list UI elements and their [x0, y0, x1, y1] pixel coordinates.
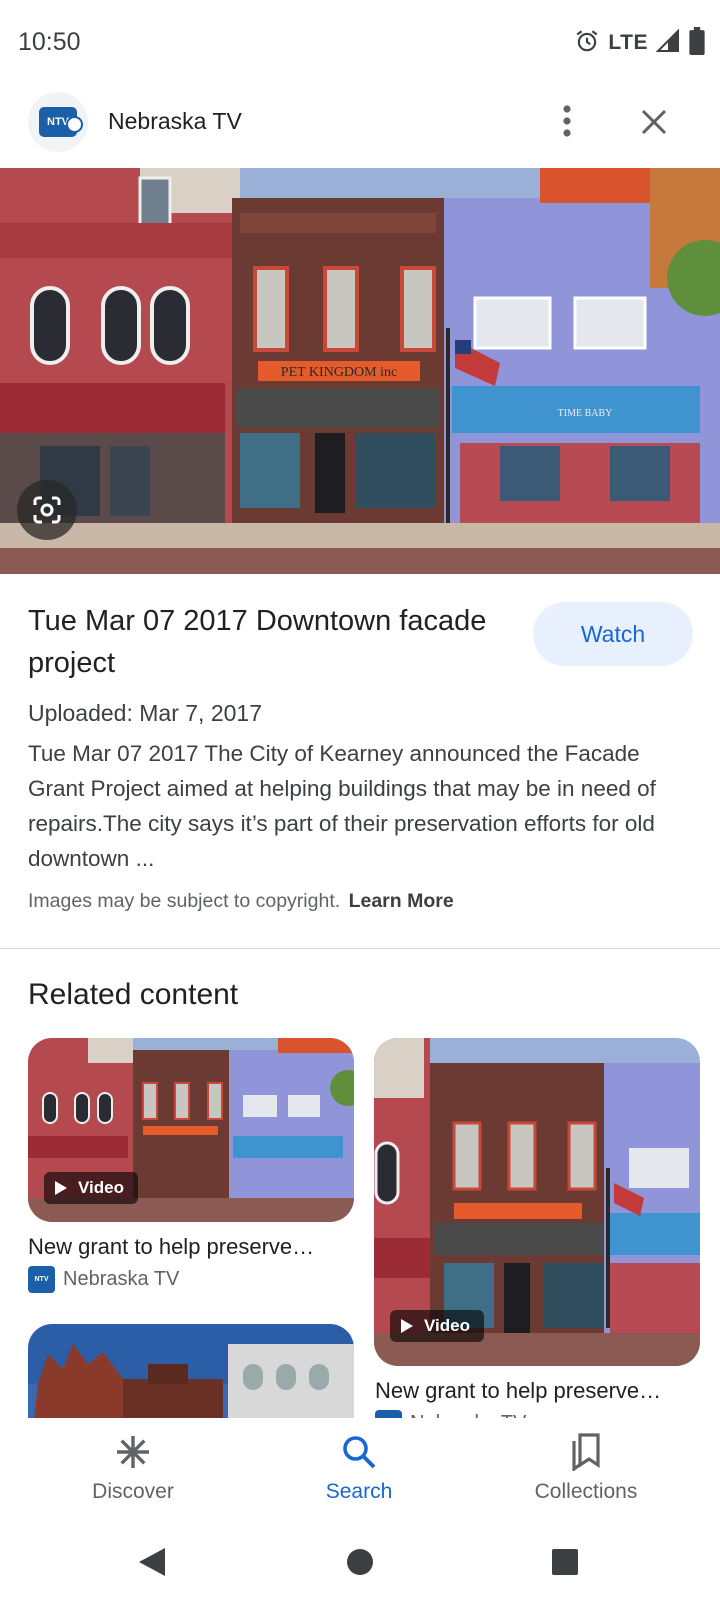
nav-discover-label: Discover — [92, 1480, 174, 1503]
learn-more-link[interactable]: Learn More — [349, 890, 454, 912]
ntv-logo-icon: NTV — [28, 1266, 55, 1293]
video-badge: Video — [44, 1172, 138, 1204]
related-card-1-source-name: Nebraska TV — [63, 1268, 180, 1290]
nav-discover[interactable]: Discover — [53, 1418, 213, 1518]
google-lens-button[interactable] — [17, 480, 77, 540]
nav-search-label: Search — [325, 1480, 393, 1503]
more-options-button[interactable] — [546, 100, 588, 142]
source-logo[interactable]: NTV — [28, 92, 88, 152]
copyright-text: Images may be subject to copyright. — [28, 890, 341, 912]
related-card-1-title[interactable]: New grant to help preserve… — [28, 1234, 314, 1260]
status-icons: LTE — [574, 26, 706, 60]
nav-search[interactable]: Search — [279, 1418, 439, 1518]
divider — [0, 948, 720, 949]
result-header: NTV Nebraska TV — [0, 88, 720, 168]
source-name[interactable]: Nebraska TV — [108, 108, 242, 135]
watch-button[interactable]: Watch — [533, 602, 693, 666]
play-icon — [55, 1181, 67, 1195]
play-icon — [401, 1319, 413, 1333]
signal-icon — [655, 28, 680, 58]
video-badge-label: Video — [424, 1316, 470, 1335]
back-triangle-icon — [139, 1548, 165, 1576]
system-navigation-bar — [0, 1520, 720, 1600]
related-content-heading: Related content — [28, 978, 239, 1011]
close-icon — [641, 109, 667, 135]
alarm-icon — [574, 28, 600, 59]
related-card-2-thumbnail[interactable]: Video — [374, 1038, 700, 1366]
upload-date: Uploaded: Mar 7, 2017 — [28, 700, 262, 726]
pet-kingdom-sign: PET KINGDOM inc — [281, 365, 397, 380]
status-time: 10:50 — [18, 28, 81, 56]
recents-square-icon — [552, 1549, 578, 1575]
result-description: Tue Mar 07 2017 The City of Kearney anno… — [28, 741, 656, 871]
related-card-1-thumbnail[interactable]: Video — [28, 1038, 354, 1222]
google-lens-icon — [33, 496, 61, 524]
battery-icon — [688, 26, 706, 60]
storefront-photo: PET KINGDOM inc TIME BABY — [0, 168, 720, 574]
close-button[interactable] — [632, 100, 676, 144]
related-card-2-title[interactable]: New grant to help preserve… — [375, 1378, 661, 1404]
network-type: LTE — [608, 31, 648, 54]
copyright-notice: Images may be subject to copyright. Lear… — [28, 890, 454, 913]
hero-image[interactable]: PET KINGDOM inc TIME BABY — [0, 168, 720, 574]
back-button[interactable] — [128, 1538, 176, 1586]
time-baby-sign: TIME BABY — [558, 408, 613, 419]
nav-collections-label: Collections — [534, 1480, 638, 1503]
status-bar: 10:50 LTE — [0, 0, 720, 88]
video-badge: Video — [390, 1310, 484, 1342]
related-card-1-source[interactable]: NTV Nebraska TV — [28, 1266, 179, 1293]
ntv-logo-icon: NTV — [39, 107, 83, 137]
home-circle-icon — [347, 1549, 373, 1575]
collections-bookmark-icon — [570, 1432, 602, 1472]
nav-collections[interactable]: Collections — [506, 1418, 666, 1518]
video-badge-label: Video — [78, 1178, 124, 1197]
bottom-navigation: Discover Search Collections — [0, 1418, 720, 1520]
result-title: Tue Mar 07 2017 Downtown facade project — [28, 605, 487, 679]
discover-asterisk-icon — [115, 1432, 151, 1472]
recents-button[interactable] — [541, 1538, 589, 1586]
more-vert-icon — [563, 105, 571, 137]
search-icon — [342, 1432, 376, 1472]
home-button[interactable] — [336, 1538, 384, 1586]
